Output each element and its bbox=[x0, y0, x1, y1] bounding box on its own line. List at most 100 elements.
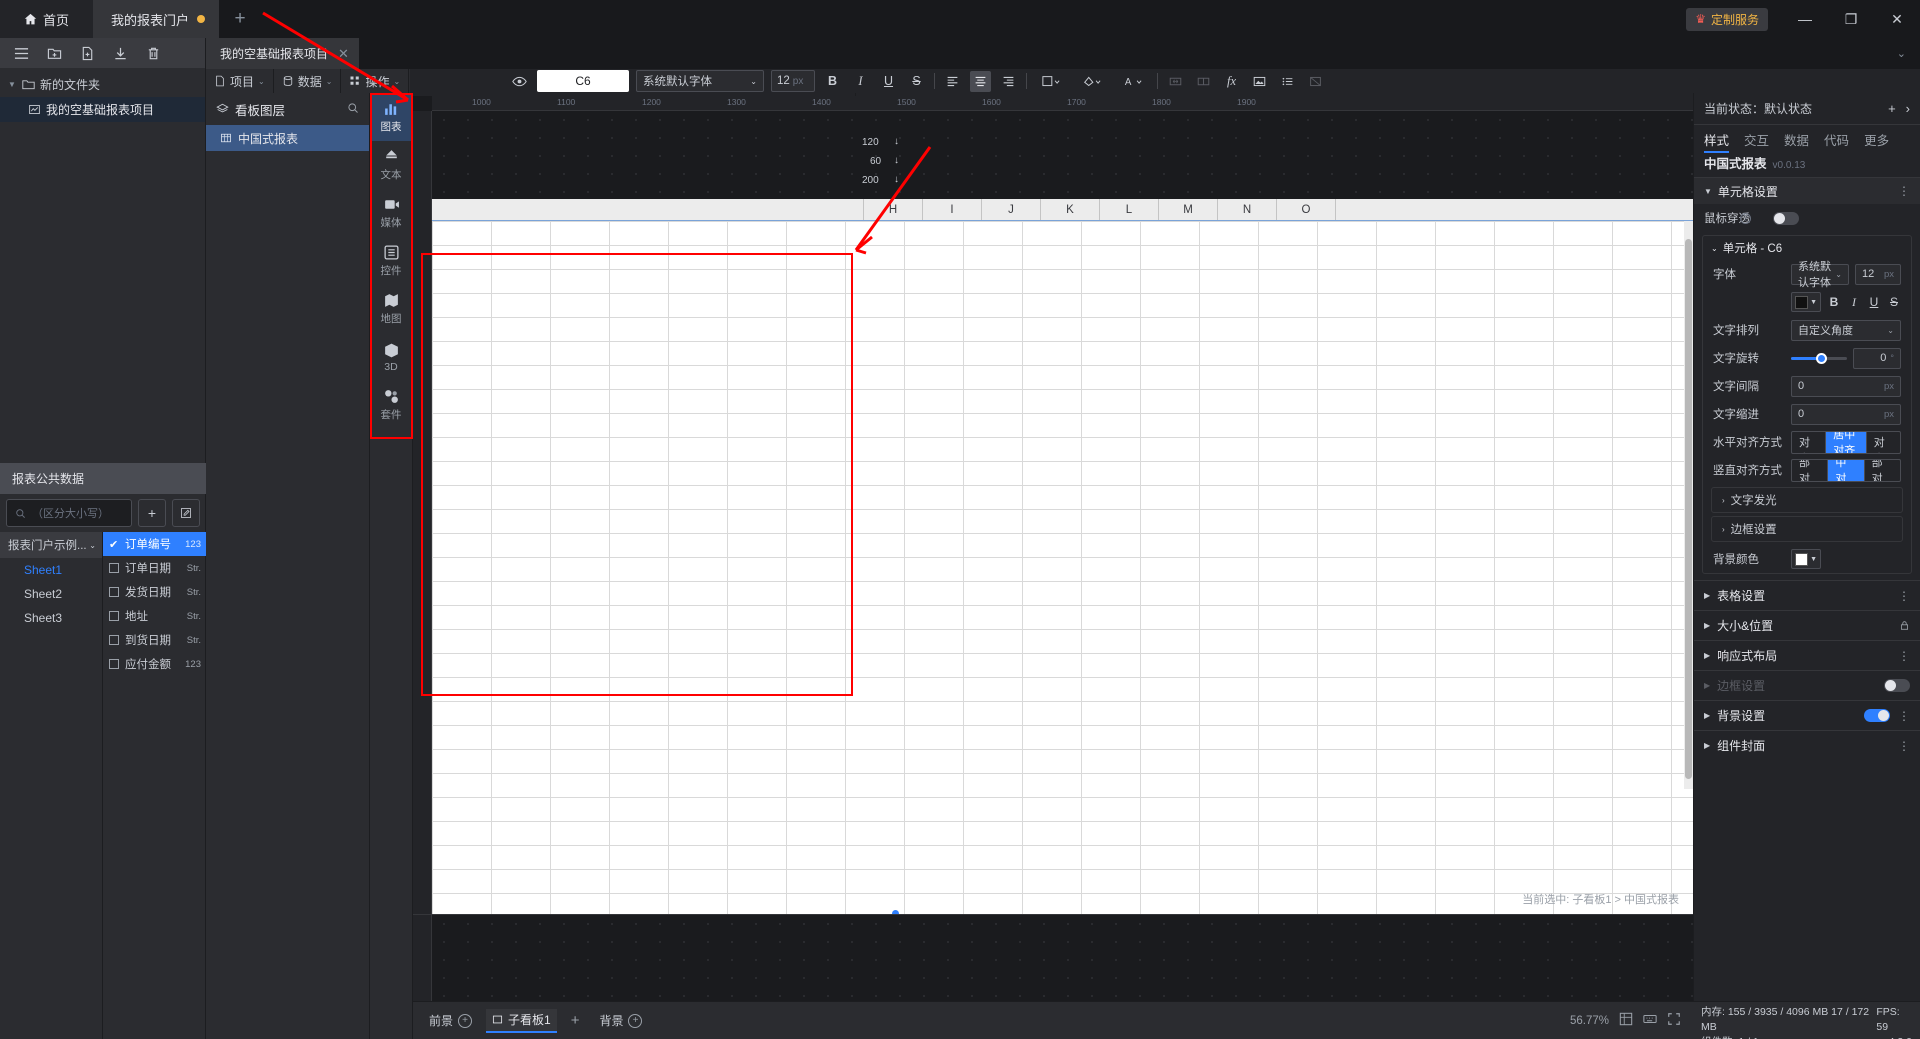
section-more-icon[interactable]: ⋮ bbox=[1898, 589, 1910, 603]
spreadsheet-grid[interactable] bbox=[432, 221, 1693, 914]
menu-item-data[interactable]: 数据 ⌄ bbox=[274, 69, 342, 93]
section-responsive-layout[interactable]: ▶ 响应式布局 ⋮ bbox=[1694, 640, 1920, 670]
border-settings-row[interactable]: › 边框设置 bbox=[1711, 516, 1903, 542]
text-rotate-input[interactable]: 0 ° bbox=[1853, 348, 1901, 369]
board-item-foreground[interactable]: 前景 + bbox=[423, 1009, 478, 1033]
add-state-button[interactable]: + bbox=[1888, 101, 1896, 116]
column-header-cell[interactable]: K bbox=[1041, 199, 1100, 220]
background-settings-toggle[interactable] bbox=[1864, 709, 1890, 722]
cell-c6-header[interactable]: ⌄ 单元格 - C6 bbox=[1703, 236, 1911, 260]
zoom-level[interactable]: 56.77% bbox=[1570, 1015, 1609, 1027]
checkbox-icon[interactable] bbox=[109, 635, 119, 645]
column-header-cell[interactable]: N bbox=[1218, 199, 1277, 220]
italic-button[interactable]: I bbox=[1847, 292, 1861, 312]
add-board-button[interactable]: + bbox=[565, 1009, 586, 1033]
split-icon[interactable] bbox=[1193, 71, 1214, 92]
strikethrough-button[interactable]: S bbox=[1887, 292, 1901, 312]
column-header-cell[interactable]: I bbox=[923, 199, 982, 220]
section-component-cover[interactable]: ▶ 组件封面 ⋮ bbox=[1694, 730, 1920, 760]
fit-icon[interactable] bbox=[1619, 1012, 1633, 1029]
section-more-icon[interactable]: ⋮ bbox=[1898, 184, 1910, 198]
section-more-icon[interactable]: ⋮ bbox=[1898, 709, 1910, 723]
text-color-icon[interactable]: A bbox=[1116, 71, 1150, 92]
field-item[interactable]: 地址 Str. bbox=[103, 604, 206, 628]
valign-top[interactable]: 顶部对齐 bbox=[1792, 460, 1828, 481]
checkbox-icon[interactable] bbox=[109, 563, 119, 573]
section-background-settings[interactable]: ▶ 背景设置 ⋮ bbox=[1694, 700, 1920, 730]
mouse-through-toggle[interactable] bbox=[1773, 212, 1799, 225]
field-item[interactable]: 订单日期 Str. bbox=[103, 556, 206, 580]
merge-icon[interactable] bbox=[1165, 71, 1186, 92]
new-tab-button[interactable]: + bbox=[219, 0, 261, 38]
field-item[interactable]: 到货日期 Str. bbox=[103, 628, 206, 652]
datasource-selector[interactable]: 报表门户示例... ⌄ bbox=[0, 532, 102, 558]
data-search-input[interactable]: （区分大小写） bbox=[6, 499, 132, 527]
halign-center[interactable]: 居中对齐 bbox=[1826, 432, 1867, 453]
column-header-cell[interactable]: M bbox=[1159, 199, 1218, 220]
text-layout-select[interactable]: 自定义角度 ⌄ bbox=[1791, 320, 1901, 341]
section-more-icon[interactable]: ⋮ bbox=[1898, 649, 1910, 663]
align-left-icon[interactable] bbox=[942, 71, 963, 92]
sheet-item-1[interactable]: Sheet1 bbox=[0, 558, 102, 582]
rail-item-kit[interactable]: 套件 bbox=[370, 381, 412, 429]
list-icon[interactable] bbox=[1277, 71, 1298, 92]
bold-button[interactable]: B bbox=[1827, 292, 1841, 312]
tab-home[interactable]: 首页 bbox=[0, 0, 93, 38]
eye-icon[interactable] bbox=[508, 70, 530, 92]
text-indent-input[interactable]: 0 px bbox=[1791, 404, 1901, 425]
section-more-icon[interactable]: ⋮ bbox=[1898, 739, 1910, 753]
search-icon[interactable] bbox=[347, 102, 359, 117]
fullscreen-icon[interactable] bbox=[1667, 1012, 1681, 1029]
align-center-icon[interactable] bbox=[970, 71, 991, 92]
column-header-cell[interactable]: J bbox=[982, 199, 1041, 220]
checkbox-icon[interactable] bbox=[109, 611, 119, 621]
checkbox-icon[interactable] bbox=[109, 587, 119, 597]
rail-item-chart[interactable]: 图表 bbox=[370, 93, 412, 141]
border-settings-toggle[interactable] bbox=[1884, 679, 1910, 692]
text-color-swatch[interactable]: ▼ bbox=[1791, 292, 1821, 312]
cell-name-input[interactable]: C6 bbox=[537, 70, 629, 92]
field-item[interactable]: 发货日期 Str. bbox=[103, 580, 206, 604]
expand-state-button[interactable]: › bbox=[1906, 101, 1910, 116]
underline-button[interactable]: U bbox=[878, 71, 899, 92]
chevron-down-icon[interactable]: ⌄ bbox=[1897, 47, 1906, 60]
fill-icon[interactable] bbox=[1075, 71, 1109, 92]
menu-item-operation[interactable]: 操作 ⌄ bbox=[341, 69, 409, 93]
rail-item-control[interactable]: 控件 bbox=[370, 237, 412, 285]
section-size-position[interactable]: ▶ 大小&位置 bbox=[1694, 610, 1920, 640]
vertical-scrollbar[interactable] bbox=[1684, 221, 1693, 789]
rail-item-map[interactable]: 地图 bbox=[370, 285, 412, 333]
custom-service-badge[interactable]: ♛ 定制服务 bbox=[1686, 8, 1768, 31]
field-item[interactable]: ✔ 订单编号 123 bbox=[103, 532, 206, 556]
halign-left[interactable]: 左对齐 bbox=[1792, 432, 1826, 453]
font-size-input[interactable]: 12 px bbox=[771, 70, 815, 92]
halign-right[interactable]: 右对齐 bbox=[1867, 432, 1900, 453]
slider-knob[interactable] bbox=[1816, 353, 1827, 364]
section-border-settings[interactable]: ▶ 边框设置 bbox=[1694, 670, 1920, 700]
underline-button[interactable]: U bbox=[1867, 292, 1881, 312]
text-rotate-slider[interactable] bbox=[1791, 352, 1847, 365]
image-icon[interactable] bbox=[1249, 71, 1270, 92]
close-icon[interactable]: ✕ bbox=[338, 46, 349, 62]
minimize-button[interactable]: — bbox=[1782, 0, 1828, 38]
diagonal-icon[interactable] bbox=[1305, 71, 1326, 92]
board-item-background[interactable]: 背景 + bbox=[593, 1009, 648, 1033]
checkbox-icon[interactable] bbox=[109, 659, 119, 669]
help-icon[interactable]: ? bbox=[1740, 213, 1751, 224]
sheet-item-2[interactable]: Sheet2 bbox=[0, 582, 102, 606]
new-folder-icon[interactable] bbox=[39, 40, 70, 66]
font-family-select[interactable]: 系统默认字体 ⌄ bbox=[1791, 264, 1849, 285]
text-glow-row[interactable]: › 文字发光 bbox=[1711, 487, 1903, 513]
maximize-button[interactable]: ❐ bbox=[1828, 0, 1874, 38]
document-tab[interactable]: 我的空基础报表项目 ✕ bbox=[206, 38, 359, 69]
rail-item-media[interactable]: 媒体 bbox=[370, 189, 412, 237]
add-data-button[interactable]: + bbox=[138, 499, 166, 527]
add-foreground-button[interactable]: + bbox=[458, 1014, 472, 1028]
bg-color-swatch[interactable]: ▼ bbox=[1791, 549, 1821, 569]
new-file-icon[interactable] bbox=[72, 40, 103, 66]
strikethrough-button[interactable]: S bbox=[906, 71, 927, 92]
column-header-cell[interactable] bbox=[432, 199, 864, 220]
bold-button[interactable]: B bbox=[822, 71, 843, 92]
border-icon[interactable] bbox=[1034, 71, 1068, 92]
add-background-button[interactable]: + bbox=[628, 1014, 642, 1028]
